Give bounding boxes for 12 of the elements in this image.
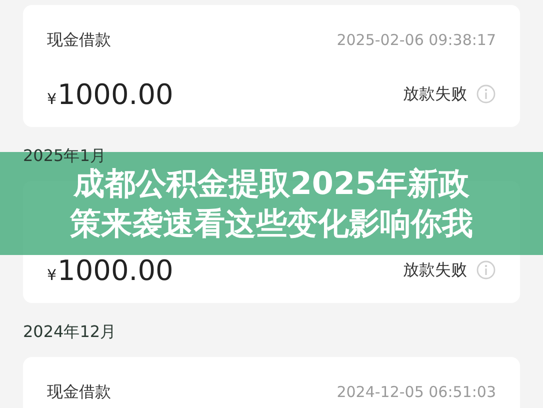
loan-time: 2024-12-05 06:51:03 xyxy=(336,383,496,401)
loan-type: 现金借款 xyxy=(47,382,111,402)
loan-status: 放款失败 xyxy=(403,84,467,104)
month-heading: 2024年12月 xyxy=(23,321,118,343)
loan-time: 2025-02-06 09:38:17 xyxy=(336,31,496,49)
headline-text: 成都公积金提取2025年新政 xyxy=(73,164,470,204)
headline-text: 策来袭速看这些变化影响你我 xyxy=(70,204,473,244)
loan-amount: ¥1000.00 xyxy=(47,254,174,286)
loan-amount: ¥1000.00 xyxy=(47,78,174,110)
month-heading: 2025年1月 xyxy=(23,145,107,167)
loan-status: 放款失败 xyxy=(403,260,467,280)
loan-type: 现金借款 xyxy=(47,30,111,50)
